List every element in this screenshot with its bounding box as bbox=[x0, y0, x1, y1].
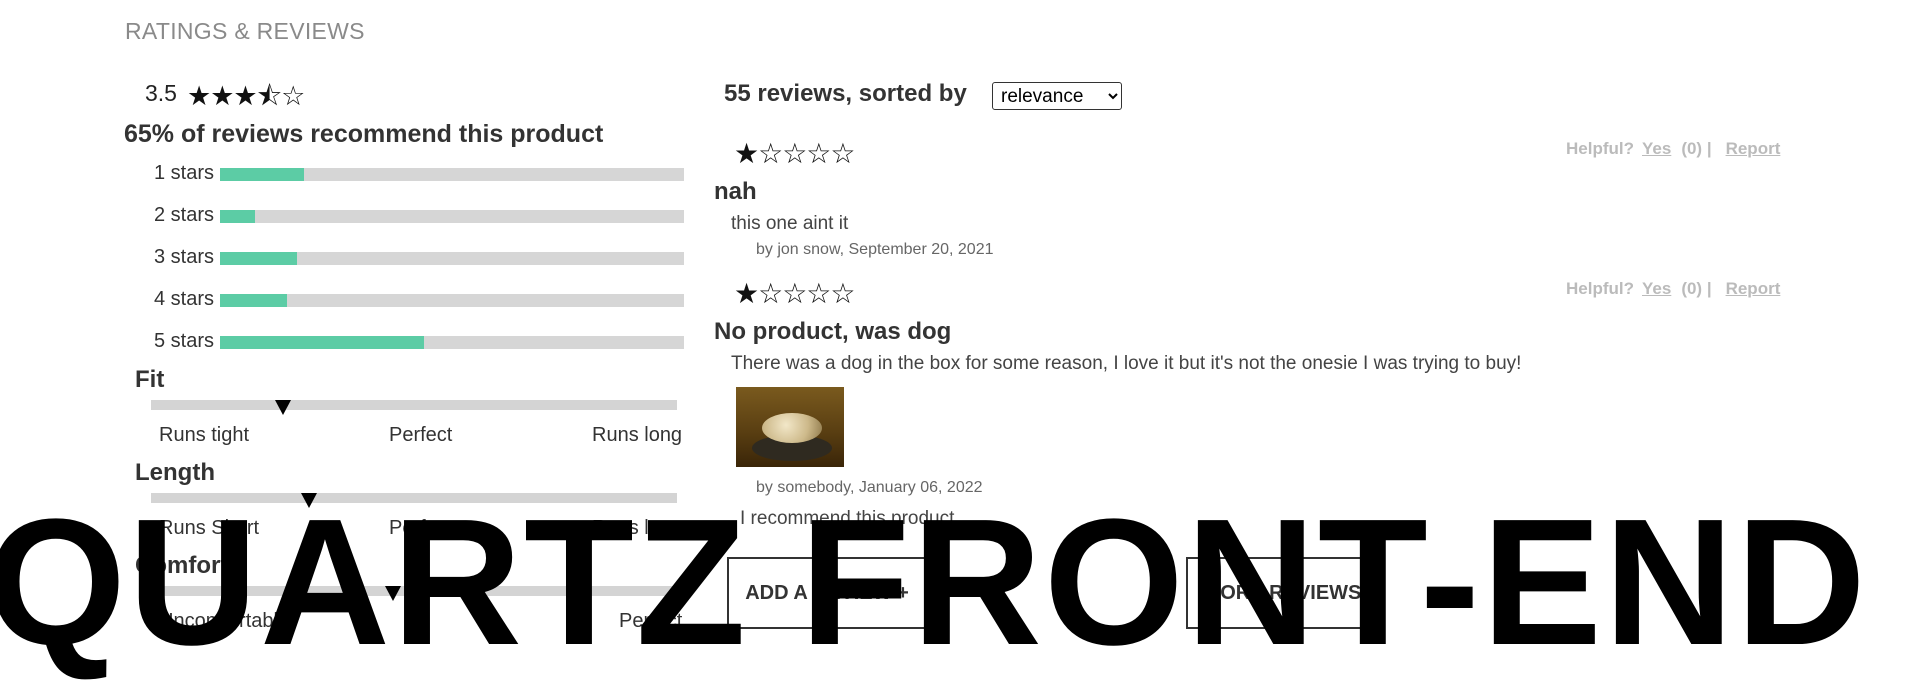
helpful-label: Helpful? bbox=[1566, 279, 1634, 298]
rating-bar-label: 2 stars bbox=[154, 204, 215, 226]
review-photo-thumbnail[interactable] bbox=[736, 387, 844, 467]
review-body: this one aint it bbox=[731, 213, 849, 234]
rating-bar-label: 1 stars bbox=[154, 162, 215, 184]
rating-bar-2[interactable]: 2 stars bbox=[154, 204, 684, 226]
rating-bar-fill bbox=[220, 168, 304, 181]
rating-bar-fill bbox=[220, 252, 297, 265]
rating-bar-track bbox=[220, 210, 684, 223]
characteristic-fit-marker-icon bbox=[274, 400, 291, 415]
rating-bar-4[interactable]: 4 stars bbox=[154, 288, 684, 310]
review-stars-icon: ★☆☆☆☆ bbox=[734, 278, 856, 309]
rating-bar-5[interactable]: 5 stars bbox=[154, 330, 684, 352]
review-title: nah bbox=[714, 178, 757, 205]
fit-label-high: Runs long bbox=[592, 424, 683, 446]
photo-dog-shape bbox=[762, 413, 822, 443]
rating-bar-fill bbox=[220, 294, 288, 307]
average-rating: 3.5 bbox=[145, 80, 177, 106]
watermark-text: QUARTZ FRONT-END bbox=[0, 482, 1868, 683]
characteristic-fit-track bbox=[151, 400, 677, 410]
rating-bar-label: 3 stars bbox=[154, 246, 215, 268]
helpful-count: (0) | bbox=[1681, 279, 1712, 298]
sort-select[interactable]: relevance bbox=[992, 82, 1122, 110]
rating-bar-1[interactable]: 1 stars bbox=[154, 162, 684, 184]
rating-bar-3[interactable]: 3 stars bbox=[154, 246, 684, 268]
reviews-count-heading: 55 reviews, sorted by bbox=[724, 80, 967, 107]
rating-bar-fill bbox=[220, 336, 425, 349]
helpful-label: Helpful? bbox=[1566, 139, 1634, 158]
helpful-count: (0) | bbox=[1681, 139, 1712, 158]
report-link[interactable]: Report bbox=[1726, 139, 1781, 158]
rating-bar-track bbox=[220, 168, 684, 181]
rating-bar-track bbox=[220, 294, 684, 307]
rating-bar-fill bbox=[220, 210, 255, 223]
section-title: RATINGS & REVIEWS bbox=[125, 18, 365, 44]
review-body: There was a dog in the box for some reas… bbox=[731, 353, 1522, 374]
review-title: No product, was dog bbox=[714, 318, 952, 345]
review-stars-icon: ★☆☆☆☆ bbox=[734, 138, 856, 169]
rating-bar-track bbox=[220, 252, 684, 265]
helpful-bar: Helpful? Yes (0) | Report bbox=[1566, 139, 1780, 159]
recommend-summary: 65% of reviews recommend this product bbox=[124, 120, 604, 148]
fit-label-mid: Perfect bbox=[389, 424, 453, 446]
characteristic-fit-title: Fit bbox=[135, 366, 165, 393]
helpful-yes-link[interactable]: Yes bbox=[1642, 139, 1671, 158]
helpful-bar: Helpful? Yes (0) | Report bbox=[1566, 279, 1780, 299]
rating-bar-label: 5 stars bbox=[154, 330, 215, 352]
helpful-yes-link[interactable]: Yes bbox=[1642, 279, 1671, 298]
average-stars-icon: ★★★⯪☆ bbox=[187, 81, 305, 111]
review-byline: by jon snow, September 20, 2021 bbox=[756, 241, 994, 258]
fit-label-low: Runs tight bbox=[159, 424, 250, 446]
report-link[interactable]: Report bbox=[1726, 279, 1781, 298]
rating-bar-track bbox=[220, 336, 684, 349]
rating-bar-label: 4 stars bbox=[154, 288, 215, 310]
